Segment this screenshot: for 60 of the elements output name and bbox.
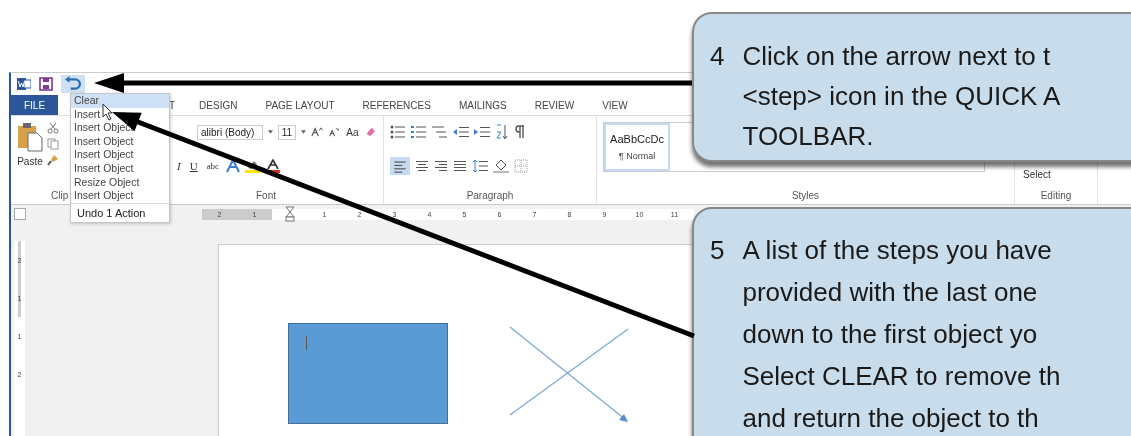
undo-history-item[interactable]: Clear bbox=[71, 94, 169, 108]
ribbon-tab[interactable]: VIEW bbox=[588, 95, 642, 115]
undo-history-item[interactable]: Insert Object bbox=[71, 134, 169, 149]
dropdown-caret-icon[interactable] bbox=[301, 130, 307, 134]
step-number: 4 bbox=[710, 40, 725, 73]
group-label: Font bbox=[256, 190, 276, 201]
indent-marker-icon[interactable] bbox=[284, 206, 295, 222]
align-center-icon[interactable] bbox=[415, 159, 429, 173]
decrease-indent-icon[interactable] bbox=[453, 125, 469, 139]
sort-icon[interactable] bbox=[495, 124, 509, 140]
undo-count-label: Undo 1 Action bbox=[71, 202, 169, 222]
clipboard-icon bbox=[17, 122, 43, 152]
undo-history-item[interactable]: Insert Object bbox=[71, 161, 169, 176]
undo-history-item[interactable]: Insert Object bbox=[71, 148, 169, 162]
group-label: Clip bbox=[51, 190, 69, 201]
undo-history-item[interactable]: Resize Object bbox=[71, 175, 169, 190]
word-logo-icon bbox=[17, 77, 31, 91]
save-icon[interactable] bbox=[39, 77, 53, 91]
font-name-field[interactable]: alibri (Body) bbox=[197, 124, 263, 140]
multilevel-list-icon[interactable] bbox=[432, 125, 448, 139]
shading-icon[interactable] bbox=[493, 159, 509, 173]
ribbon-tab[interactable]: REVIEW bbox=[520, 95, 589, 115]
pilcrow-icon[interactable] bbox=[514, 125, 526, 139]
paste-button[interactable]: Paste bbox=[17, 120, 43, 167]
ribbon-tab[interactable]: REFERENCES bbox=[348, 95, 445, 115]
paintbrush-icon[interactable] bbox=[47, 154, 59, 166]
undo-history-item[interactable]: Insert bbox=[71, 107, 169, 122]
increase-indent-icon[interactable] bbox=[474, 125, 490, 139]
shrink-font-icon[interactable] bbox=[327, 126, 340, 138]
group-label: Styles bbox=[791, 190, 820, 201]
style-option[interactable]: AaBbCcDc ¶ Normal bbox=[604, 123, 670, 171]
format-button[interactable]: abc bbox=[204, 161, 222, 171]
numbering-icon[interactable] bbox=[411, 125, 427, 139]
ribbon-tab[interactable]: PAGE LAYOUT bbox=[251, 95, 349, 115]
eraser-icon[interactable] bbox=[365, 125, 377, 139]
grow-font-icon[interactable] bbox=[311, 126, 323, 138]
change-case-button[interactable]: Aa bbox=[344, 126, 361, 138]
justify-icon[interactable] bbox=[453, 159, 467, 173]
select-button[interactable]: Select bbox=[1021, 168, 1053, 180]
mouse-pointer-icon bbox=[102, 103, 114, 121]
undo-history-item[interactable]: Insert Object bbox=[71, 189, 169, 203]
font-size-field[interactable]: 11 bbox=[277, 124, 297, 140]
scissors-icon[interactable] bbox=[47, 122, 59, 134]
bullets-icon[interactable] bbox=[390, 125, 406, 139]
text-cursor bbox=[306, 336, 307, 350]
format-button[interactable]: I bbox=[175, 160, 183, 172]
instruction-text: Click on the arrow next to t <step> icon in the QUICK A TOOLBAR. bbox=[742, 40, 1061, 153]
format-button[interactable]: U bbox=[187, 160, 200, 172]
dropdown-caret-icon[interactable] bbox=[267, 130, 273, 134]
ribbon-tab[interactable]: DESIGN bbox=[185, 95, 252, 115]
undo-icon[interactable] bbox=[61, 75, 85, 93]
instruction-text: A list of the steps you have provided with the last one down to the first object yo Select CLEAR to remove th and return the object to th bbox=[742, 234, 1061, 435]
group-label: Paragraph bbox=[466, 190, 514, 201]
step-number: 5 bbox=[710, 234, 725, 267]
text-effects-icon[interactable] bbox=[226, 159, 241, 173]
ribbon-tab[interactable]: MAILINGS bbox=[444, 95, 521, 115]
group-label: Editing bbox=[1040, 190, 1072, 201]
align-right-icon[interactable] bbox=[434, 159, 448, 173]
align-left-icon[interactable] bbox=[390, 157, 410, 175]
line-spacing-icon[interactable] bbox=[472, 159, 488, 173]
